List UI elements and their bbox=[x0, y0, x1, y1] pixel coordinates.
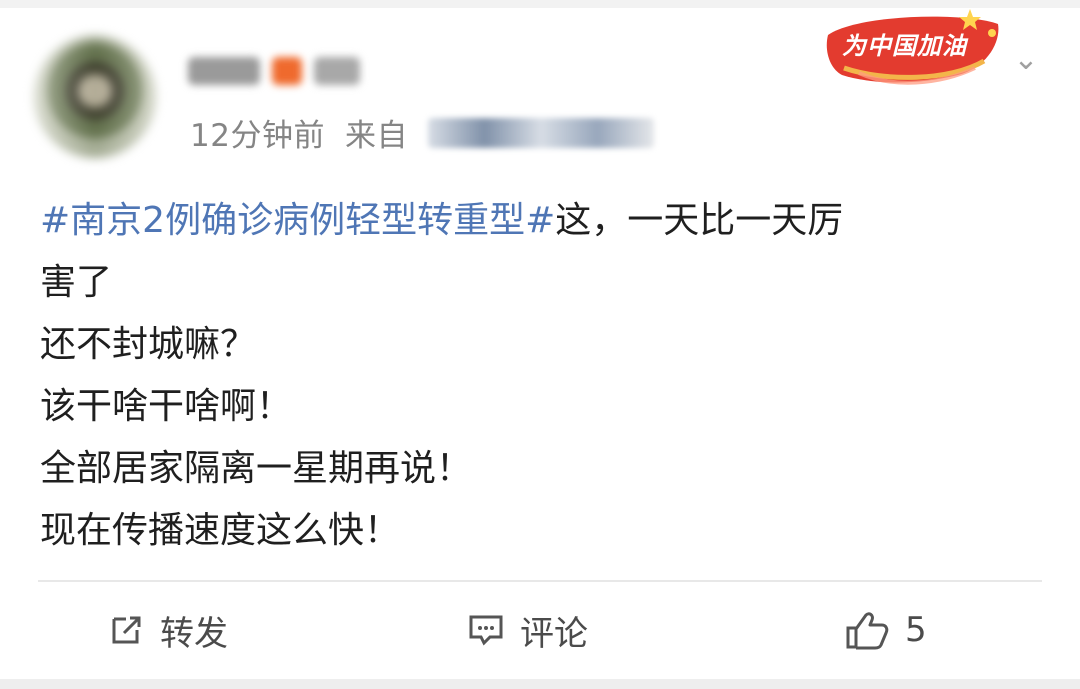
forward-icon bbox=[112, 616, 141, 644]
post-line1-text: 这，一天比一天厉 bbox=[555, 200, 844, 241]
comment-label: 评论 bbox=[520, 613, 588, 654]
redacted-tag bbox=[314, 57, 360, 85]
comment-icon bbox=[469, 615, 503, 646]
post-line-2: 害了 bbox=[40, 262, 113, 303]
chevron-down-icon[interactable]: ⌄ bbox=[1008, 45, 1044, 75]
comment-button[interactable]: 评论 bbox=[466, 605, 588, 655]
source-prefix: 来自 bbox=[344, 118, 408, 154]
avatar[interactable] bbox=[34, 36, 156, 158]
forward-button[interactable]: 转发 bbox=[108, 605, 228, 655]
bottom-gray-band bbox=[0, 679, 1080, 689]
like-button[interactable]: 5 bbox=[843, 605, 927, 655]
post-line-6: 现在传播速度这么快！ bbox=[40, 510, 401, 551]
forward-label: 转发 bbox=[160, 613, 228, 654]
post-content: #南京2例确诊病例轻型转重型#这，一天比一天厉 害了 还不封城嘛？ 该干啥干啥啊… bbox=[40, 190, 1040, 562]
china-support-stamp: 为中国加油 bbox=[820, 6, 1006, 90]
post-line-hashtag: #南京2例确诊病例轻型转重型#这，一天比一天厉 bbox=[40, 190, 1040, 252]
redacted-source bbox=[427, 117, 654, 148]
thumb-up-icon bbox=[846, 612, 889, 650]
redacted-username bbox=[188, 57, 260, 85]
post-line-5: 全部居家隔离一星期再说！ bbox=[40, 448, 473, 489]
stamp-text: 为中国加油 bbox=[842, 32, 967, 60]
redacted-badge bbox=[272, 57, 302, 85]
post-meta: 12分钟前 来自 bbox=[190, 110, 654, 155]
post-line-3: 还不封城嘛？ bbox=[40, 324, 257, 365]
post-line-4: 该干啥干啥啊！ bbox=[40, 386, 293, 427]
user-name-redacted[interactable] bbox=[188, 52, 360, 90]
hashtag-link[interactable]: #南京2例确诊病例轻型转重型# bbox=[40, 200, 555, 241]
actions-divider bbox=[38, 580, 1042, 582]
post-timestamp: 12分钟前 bbox=[190, 118, 325, 154]
like-count: 5 bbox=[905, 610, 927, 650]
